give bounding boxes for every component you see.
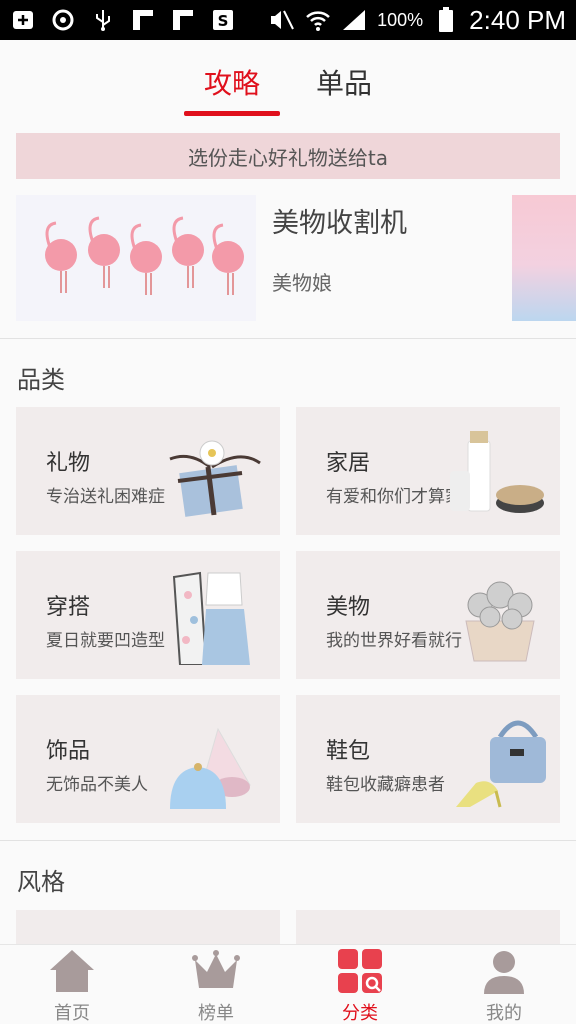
clock: 2:40 PM <box>469 4 566 35</box>
nav-label: 分类 <box>342 1003 378 1024</box>
style-card[interactable] <box>296 910 560 944</box>
divider <box>0 338 576 339</box>
article-card[interactable]: 美物收割机 美物娘 <box>16 195 576 321</box>
outfit-icon <box>172 571 250 665</box>
battery-percent: 100% <box>377 9 424 30</box>
article-thumbnail <box>16 195 256 321</box>
flower-bouquet-icon <box>465 581 535 662</box>
tab-guides[interactable]: 攻略 <box>183 62 281 116</box>
category-name: 美物 <box>326 595 371 620</box>
section-title-categories: 品类 <box>17 366 65 394</box>
status-bar: S 100% 2:40 PM <box>0 0 576 40</box>
home-decor-icon <box>450 431 544 513</box>
category-card-accessories[interactable]: 饰品 无饰品不美人 <box>16 695 280 823</box>
category-card-outfit[interactable]: 穿搭 夏日就要凹造型 <box>16 551 280 679</box>
category-desc: 夏日就要凹造型 <box>46 631 165 651</box>
article-title: 美物收割机 <box>272 208 407 239</box>
crown-icon <box>191 947 241 995</box>
svg-text:S: S <box>218 12 229 30</box>
bottom-nav: 首页 榜单 分类 我的 <box>0 944 576 1024</box>
category-name: 饰品 <box>46 739 91 764</box>
notification-icon <box>130 7 156 33</box>
style-card[interactable] <box>16 910 280 944</box>
category-name: 穿搭 <box>46 595 91 620</box>
section-title-styles: 风格 <box>17 868 65 896</box>
category-desc: 专治送礼困难症 <box>46 487 165 507</box>
nav-item-profile[interactable]: 我的 <box>432 945 576 1024</box>
category-card-beauty[interactable]: 美物 我的世界好看就行 <box>296 551 560 679</box>
accessory-icon <box>170 727 251 809</box>
mute-icon <box>269 7 295 33</box>
next-article-thumbnail[interactable] <box>512 195 576 321</box>
category-grid-icon <box>335 947 385 995</box>
category-card-shoes-bags[interactable]: 鞋包 鞋包收藏癖患者 <box>296 695 560 823</box>
home-icon <box>47 947 97 995</box>
top-tabs: 攻略 单品 <box>0 40 576 118</box>
gift-box-icon <box>169 440 261 517</box>
profile-icon <box>479 947 529 995</box>
category-name: 鞋包 <box>326 739 371 764</box>
add-box-icon <box>10 7 36 33</box>
wifi-icon <box>305 7 331 33</box>
nav-label: 首页 <box>54 1003 90 1024</box>
flamingo-illustration <box>45 216 244 295</box>
nav-label: 榜单 <box>198 1003 234 1024</box>
nav-item-rankings[interactable]: 榜单 <box>144 945 288 1024</box>
battery-icon <box>433 7 459 33</box>
sync-icon <box>50 7 76 33</box>
category-name: 家居 <box>326 451 371 476</box>
nav-item-category[interactable]: 分类 <box>288 945 432 1024</box>
divider <box>0 840 576 841</box>
nav-item-home[interactable]: 首页 <box>0 945 144 1024</box>
promo-banner[interactable]: 选份走心好礼物送给ta <box>16 133 560 179</box>
usb-icon <box>90 7 116 33</box>
category-card-gifts[interactable]: 礼物 专治送礼困难症 <box>16 407 280 535</box>
notification-icon <box>170 7 196 33</box>
shoes-bag-icon <box>456 720 546 808</box>
article-author: 美物娘 <box>272 271 332 295</box>
tab-items[interactable]: 单品 <box>308 62 380 116</box>
signal-icon <box>341 7 367 33</box>
category-desc: 鞋包收藏癖患者 <box>326 775 445 795</box>
s-app-icon: S <box>210 7 236 33</box>
nav-label: 我的 <box>486 1003 522 1024</box>
category-card-home[interactable]: 家居 有爱和你们才算家 <box>296 407 560 535</box>
category-desc: 无饰品不美人 <box>46 775 148 795</box>
category-name: 礼物 <box>46 451 91 476</box>
